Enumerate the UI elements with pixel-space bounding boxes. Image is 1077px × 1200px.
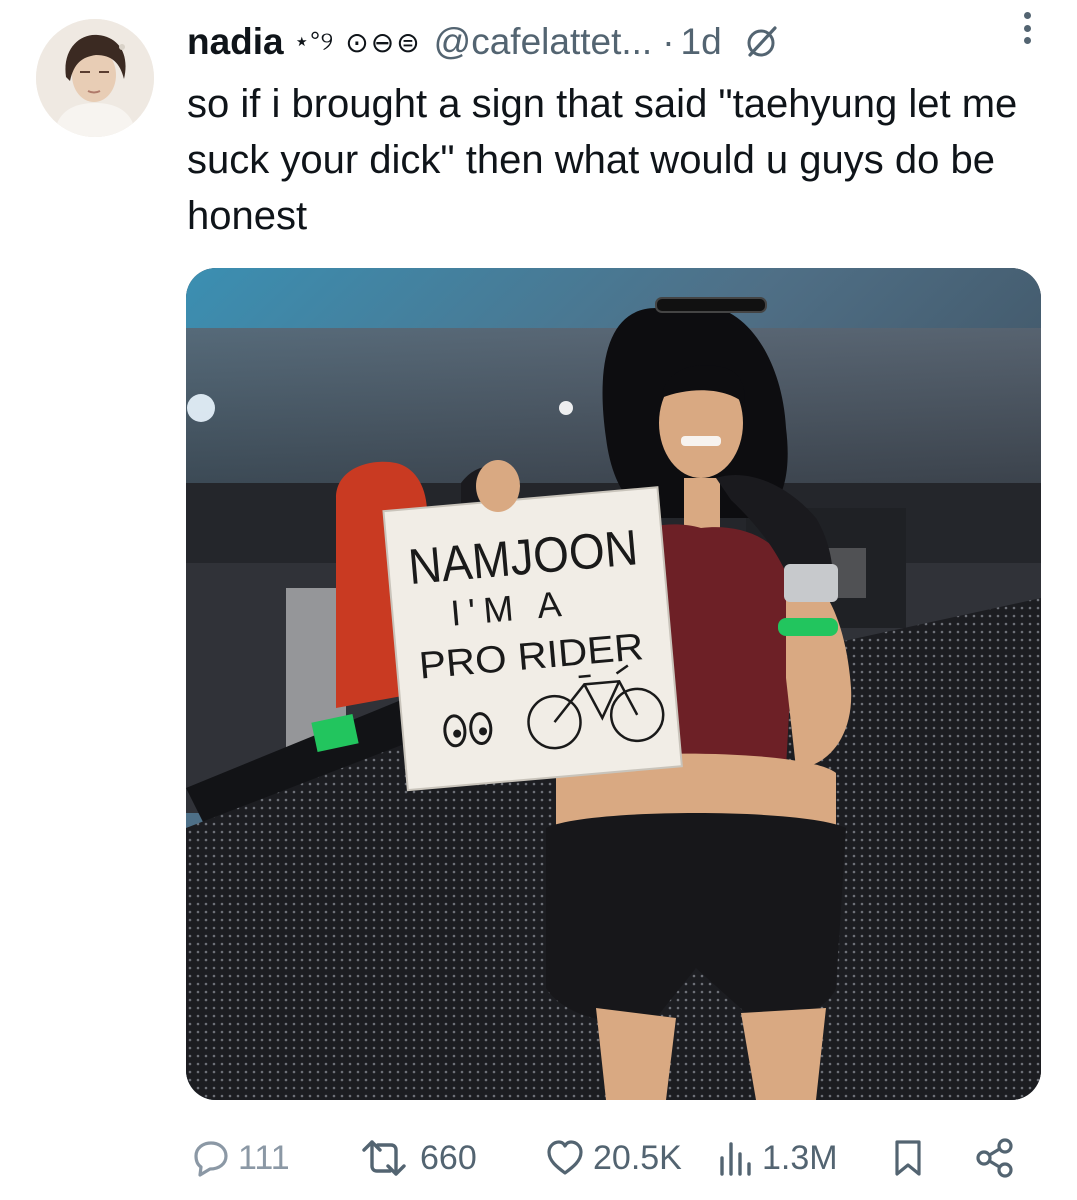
like-button[interactable]: 20.5K bbox=[543, 1130, 682, 1186]
tweet[interactable]: nadia ⋆°୨ ⊙⊖⊜ @cafelattet... · 1d so if … bbox=[0, 0, 1077, 1200]
separator-dot: · bbox=[662, 21, 675, 62]
repost-count: 660 bbox=[420, 1138, 477, 1177]
share-icon bbox=[976, 1138, 1013, 1178]
more-icon[interactable] bbox=[1015, 8, 1039, 48]
like-count: 20.5K bbox=[593, 1138, 682, 1177]
reply-icon bbox=[194, 1141, 228, 1177]
display-name[interactable]: nadia bbox=[187, 21, 284, 63]
bookmark-button[interactable] bbox=[888, 1130, 928, 1186]
reply-button[interactable]: 111 bbox=[188, 1130, 290, 1186]
tweet-text: so if i brought a sign that said "taehyu… bbox=[187, 82, 1018, 238]
reply-count: 111 bbox=[238, 1138, 290, 1177]
like-icon bbox=[547, 1140, 583, 1175]
name-emojis: ⊙⊖⊜ bbox=[345, 26, 422, 58]
name-decoration: ⋆°୨ bbox=[293, 26, 334, 56]
handle[interactable]: @cafelattet... bbox=[434, 21, 653, 63]
views-icon bbox=[720, 1142, 751, 1176]
repost-button[interactable]: 660 bbox=[354, 1130, 477, 1186]
views-count: 1.3M bbox=[762, 1138, 838, 1177]
tweet-actions: 111 660 20.5K 1.3M bbox=[186, 1130, 1046, 1186]
bookmark-icon bbox=[895, 1140, 921, 1176]
views-button[interactable]: 1.3M bbox=[716, 1130, 838, 1186]
share-button[interactable] bbox=[973, 1130, 1017, 1186]
repost-icon bbox=[362, 1140, 406, 1176]
tweet-photo[interactable]: NAMJOON I'M A PRO RIDER bbox=[186, 268, 1041, 1100]
timestamp[interactable]: 1d bbox=[681, 21, 722, 63]
grok-icon[interactable] bbox=[744, 24, 780, 60]
avatar[interactable] bbox=[36, 19, 154, 137]
tweet-header: nadia ⋆°୨ ⊙⊖⊜ @cafelattet... · 1d bbox=[187, 14, 1057, 70]
